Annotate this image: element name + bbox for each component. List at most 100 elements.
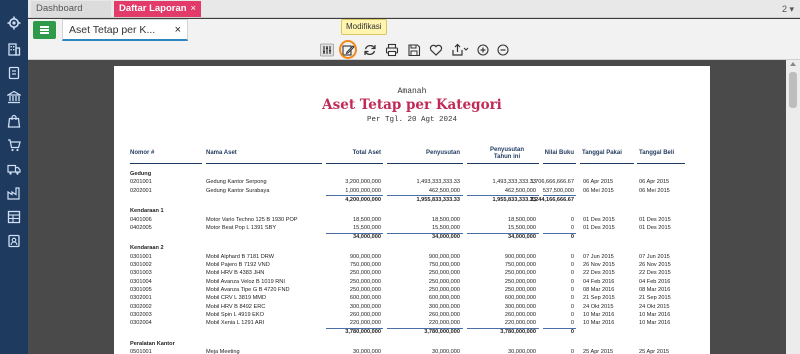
cell-peny: 462,500,000 (428, 187, 460, 194)
cell-nilai: 537,500,000 (542, 187, 574, 194)
top-tab-bar: Dashboard Daftar Laporan × 2 ▾ (28, 0, 800, 18)
cell-nilai: 0 (570, 224, 574, 231)
shopping-bag-icon[interactable] (7, 114, 21, 128)
cell-beli: 01 Des 2015 (639, 224, 671, 231)
header-underline (206, 163, 322, 164)
header-total-aset: Total Aset (352, 150, 381, 156)
vertical-scrollbar[interactable] (786, 60, 800, 354)
subtotal-total: 3,780,000,000 (345, 329, 381, 336)
scrollbar-thumb[interactable] (789, 72, 797, 108)
bank-icon[interactable] (7, 90, 21, 104)
cart-icon[interactable] (7, 138, 21, 152)
tab-count-value: 2 (781, 4, 787, 14)
close-icon[interactable]: × (190, 1, 196, 17)
tab-daftar-laporan-label: Daftar Laporan (119, 3, 187, 14)
zoom-out-icon[interactable] (496, 43, 510, 57)
report-table-icon[interactable] (7, 210, 21, 224)
subtotal-row: 34,000,000 34,000,000 34,000,000 0 (114, 233, 710, 242)
tab-daftar-laporan[interactable]: Daftar Laporan × (114, 1, 201, 17)
cell-total: 15,500,000 (353, 224, 381, 231)
export-icon[interactable] (451, 43, 469, 57)
subtotal-row: 3,780,000,000 3,780,000,000 3,780,000,000 0 (114, 328, 710, 337)
cell-no: 0302004 (130, 320, 152, 327)
cell-pakai: 25 Apr 2015 (583, 349, 614, 354)
cell-total: 1,000,000,000 (345, 187, 381, 194)
report-viewer: Amanah Aset Tetap per Kategori Per Tgl. … (28, 60, 786, 354)
table-row: 0302004 Mobil Xenia L 1291 ARI 220,000,000… (114, 319, 710, 328)
tab-count-dropdown[interactable]: 2 ▾ (782, 1, 794, 17)
close-icon[interactable]: × (175, 20, 181, 40)
tab-dashboard-label: Dashboard (36, 3, 83, 14)
menu-list-button[interactable] (33, 21, 56, 39)
header-underline (467, 163, 539, 164)
subtotal-row: 4,200,000,000 1,955,833,333.33 1,955,833,3… (114, 196, 710, 205)
cell-nama: Mobil Xenia L 1291 ARI (206, 320, 265, 327)
cell-no: 0501001 (130, 349, 152, 354)
cell-peny: 30,000,000 (432, 349, 460, 354)
subtotal-nilai: 0 (570, 329, 574, 336)
company-building-icon[interactable] (7, 42, 21, 56)
company-name: Amanah (397, 87, 427, 96)
tab-aset-tetap[interactable]: Aset Tetap per K... × (62, 19, 188, 41)
cell-peny: 220,000,000 (428, 320, 460, 327)
subtotal-peny: 34,000,000 (432, 234, 460, 241)
cell-nilai: 0 (570, 320, 574, 327)
subtotal-nilai: 2,244,166,666.67 (530, 196, 574, 203)
save-icon[interactable] (407, 43, 421, 57)
cell-total: 220,000,000 (349, 320, 381, 327)
left-sidebar (0, 0, 28, 354)
ledger-book-icon[interactable] (7, 66, 21, 80)
cell-total: 30,000,000 (353, 349, 381, 354)
cell-nama: Meja Meeting (206, 349, 240, 354)
cell-beli: 25 Apr 2015 (639, 349, 670, 354)
subtotal-total: 34,000,000 (353, 234, 381, 241)
subtotal-nilai: 0 (570, 234, 574, 241)
cell-no: 0402005 (130, 224, 152, 231)
favorite-icon[interactable] (429, 43, 443, 57)
scroll-up-arrow[interactable] (790, 62, 796, 66)
cell-beli: 06 Mei 2015 (639, 187, 670, 194)
subtotal-total: 4,200,000,000 (345, 196, 381, 203)
delivery-truck-icon[interactable] (7, 162, 21, 176)
header-tanggal-beli: Tanggal Beli (639, 150, 675, 156)
header-underline (387, 163, 463, 164)
header-underline (580, 163, 634, 164)
cell-nama: Motor Beat Pop L 1391 SBY (206, 224, 277, 231)
cell-nama: Gedung Kantor Surabaya (206, 187, 270, 194)
subtotal-peny: 1,955,833,333.33 (416, 196, 460, 203)
header-underline (637, 163, 685, 164)
table-row: 0501001 Meja Meeting 30,000,000 30,000,000 3… (114, 348, 710, 354)
tab-dashboard[interactable]: Dashboard (31, 1, 111, 17)
settings-icon[interactable] (7, 16, 21, 30)
user-badge-icon[interactable] (7, 234, 21, 248)
header-tanggal-pakai: Tanggal Pakai (582, 150, 622, 156)
report-title: Aset Tetap per Kategori (322, 97, 502, 113)
subtotal-peny: 3,780,000,000 (424, 329, 460, 336)
zoom-in-icon[interactable] (476, 43, 490, 57)
cell-nilai: 0 (570, 349, 574, 354)
filter-icon[interactable] (320, 43, 334, 57)
cell-beli: 10 Mar 2016 (639, 320, 671, 327)
refresh-icon[interactable] (363, 43, 377, 57)
cell-no: 0202001 (130, 187, 152, 194)
factory-icon[interactable] (7, 186, 21, 200)
header-nama-aset: Nama Aset (206, 150, 237, 156)
header-underline (543, 163, 576, 164)
cell-pakai: 01 Des 2015 (583, 224, 615, 231)
cell-pakai: 06 Mei 2015 (583, 187, 614, 194)
header-penyusutan-tahun-line2: Tahun ini (493, 154, 521, 160)
table-row: 0202001 Gedung Kantor Surabaya 1,000,000,0… (114, 187, 710, 196)
report-toolbar (28, 40, 800, 60)
header-underline (130, 163, 202, 164)
print-icon[interactable] (385, 43, 399, 57)
doc-tab-label: Aset Tetap per K... (69, 24, 156, 36)
cell-pakai: 10 Mar 2016 (583, 320, 615, 327)
document-tab-bar: Aset Tetap per K... × (28, 19, 800, 41)
header-nilai-buku: Nilai Buku (544, 150, 574, 156)
report-date: Per Tgl. 20 Agt 2024 (366, 116, 457, 124)
report-page: Amanah Aset Tetap per Kategori Per Tgl. … (114, 66, 710, 354)
table-row: 0402005 Motor Beat Pop L 1391 SBY 15,500,0… (114, 224, 710, 233)
tooltip: Modifikasi (341, 19, 387, 35)
header-penyusutan: Penyusutan (425, 150, 460, 156)
header-nomor: Nomor # (130, 150, 155, 156)
